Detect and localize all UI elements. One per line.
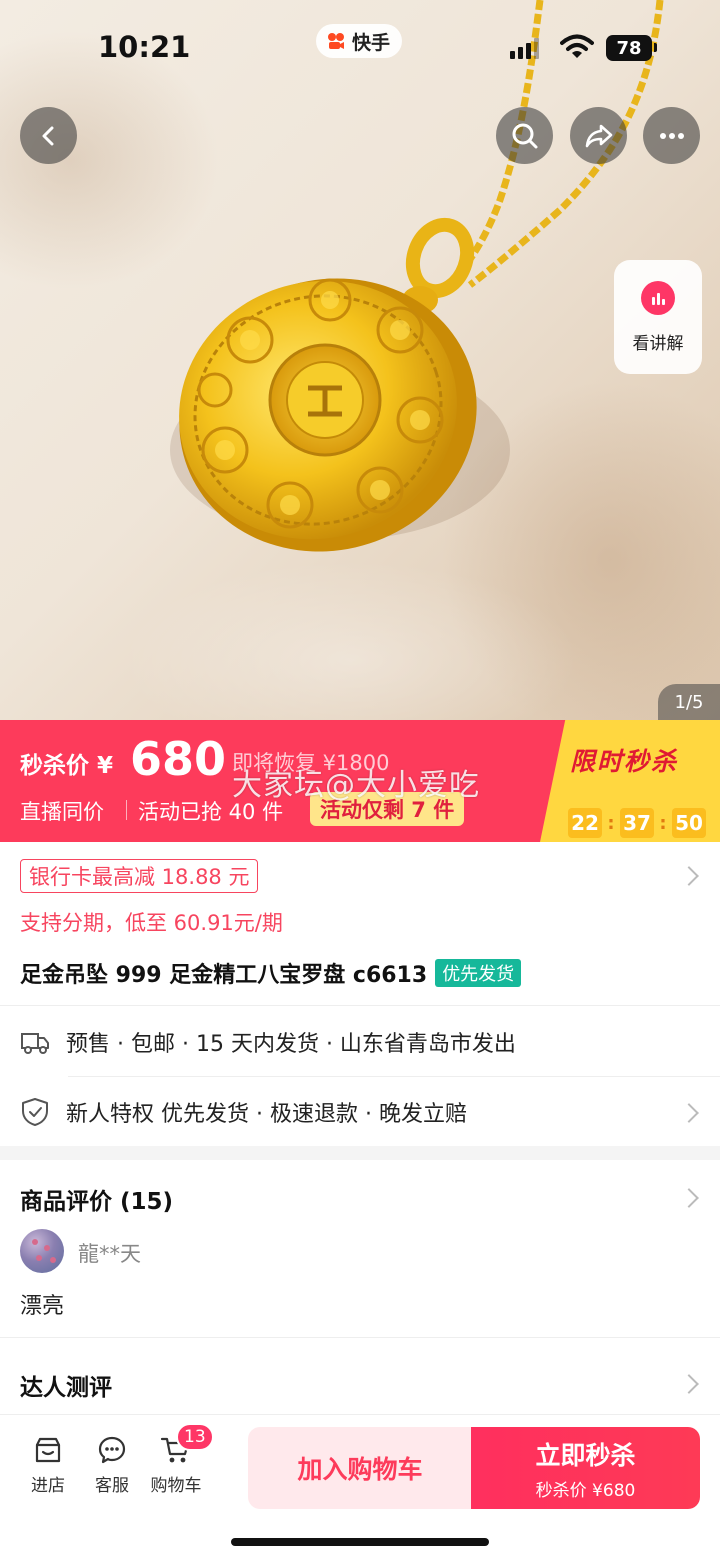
watermark: 大家坛@大小爱吃 [232, 768, 480, 803]
more-icon [659, 132, 684, 139]
customer-service-button[interactable]: 客服 [82, 1435, 142, 1496]
flash-sale-title: 限时秒杀 [570, 747, 679, 776]
divider [0, 1337, 720, 1338]
chevron-right-icon[interactable] [679, 1374, 699, 1394]
app-name: 快手 [352, 31, 391, 54]
buy-now-label: 立即秒杀 [535, 1440, 636, 1470]
battery-indicator: 78 [606, 35, 657, 61]
section-separator [0, 1146, 720, 1160]
priority-shipping-badge: 优先发货 [435, 959, 522, 987]
product-image[interactable] [0, 0, 720, 720]
service-label: 客服 [95, 1476, 129, 1496]
share-icon [585, 124, 612, 147]
watch-explanation-button[interactable]: 看讲解 [614, 260, 702, 374]
bank-card-coupon[interactable]: 银行卡最高减 18.88 元 [20, 859, 259, 893]
product-title: 足金吊坠 999 足金精工八宝罗盘 c6613 [20, 963, 428, 988]
image-pager: 1/5 [658, 684, 720, 720]
search-button[interactable] [496, 107, 553, 164]
wifi-icon [560, 34, 594, 58]
product-title-row: 足金吊坠 999 足金精工八宝罗盘 c6613 优先发货 [20, 957, 522, 989]
shipping-row[interactable]: 预售 · 包邮 · 15 天内发货 · 山东省青岛市发出 [20, 1026, 516, 1058]
countdown-seconds: 50 [672, 808, 706, 838]
home-indicator[interactable] [231, 1538, 489, 1546]
store-label: 进店 [31, 1476, 65, 1496]
divider [68, 1076, 720, 1077]
chevron-right-icon[interactable] [679, 1188, 699, 1208]
shipping-info: 预售 · 包邮 · 15 天内发货 · 山东省青岛市发出 [66, 1032, 516, 1057]
truck-icon [21, 1033, 49, 1054]
reviews-heading[interactable]: 商品评价 (15) [20, 1182, 173, 1216]
kuaishou-logo-icon [328, 33, 344, 49]
back-button[interactable] [20, 107, 77, 164]
flash-price-tag: 秒杀价 ¥ [20, 753, 114, 779]
back-icon [42, 126, 53, 145]
chevron-right-icon[interactable] [679, 1103, 699, 1123]
clock: 10:21 [98, 30, 191, 64]
status-bar: 10:21 快手 78 [0, 0, 720, 96]
installment-info[interactable]: 支持分期，低至 60.91元/期 [20, 907, 283, 937]
store-button[interactable]: 进店 [18, 1435, 78, 1496]
share-button[interactable] [570, 107, 627, 164]
explanation-icon [641, 280, 675, 315]
cart-label: 购物车 [150, 1476, 202, 1496]
cart-count-badge: 13 [176, 1423, 214, 1451]
privileges-row[interactable]: 新人特权 优先发货 · 极速退款 · 晚发立赔 [20, 1096, 467, 1128]
countdown-hours: 22 [568, 808, 602, 838]
kol-reviews-heading[interactable]: 达人测评 [20, 1368, 112, 1402]
cellular-signal-icon [510, 37, 539, 59]
pendant-illustration [170, 0, 664, 552]
app-indicator: 快手 [316, 24, 403, 58]
store-icon [35, 1437, 61, 1463]
divider [0, 1005, 720, 1006]
review-username: 龍**天 [78, 1242, 141, 1266]
flash-price: 680 [130, 732, 227, 786]
countdown-timer: 22 : 37 : 50 [568, 808, 706, 838]
avatar [20, 1229, 64, 1273]
chevron-right-icon[interactable] [679, 866, 699, 886]
privileges-info: 新人特权 优先发货 · 极速退款 · 晚发立赔 [66, 1102, 467, 1127]
buy-now-price: 秒杀价 ¥680 [535, 1480, 636, 1501]
search-icon [512, 123, 537, 148]
divider [126, 800, 127, 820]
explanation-label: 看讲解 [632, 333, 684, 354]
service-icon [98, 1436, 126, 1464]
review-text: 漂亮 [20, 1294, 65, 1319]
add-to-cart-button[interactable]: 加入购物车 [248, 1427, 472, 1509]
buy-now-button[interactable]: 立即秒杀 秒杀价 ¥680 [471, 1427, 700, 1509]
more-button[interactable] [643, 107, 700, 164]
shield-icon [22, 1098, 48, 1126]
live-same-price: 直播同价 [20, 800, 104, 824]
countdown-minutes: 37 [620, 808, 654, 838]
